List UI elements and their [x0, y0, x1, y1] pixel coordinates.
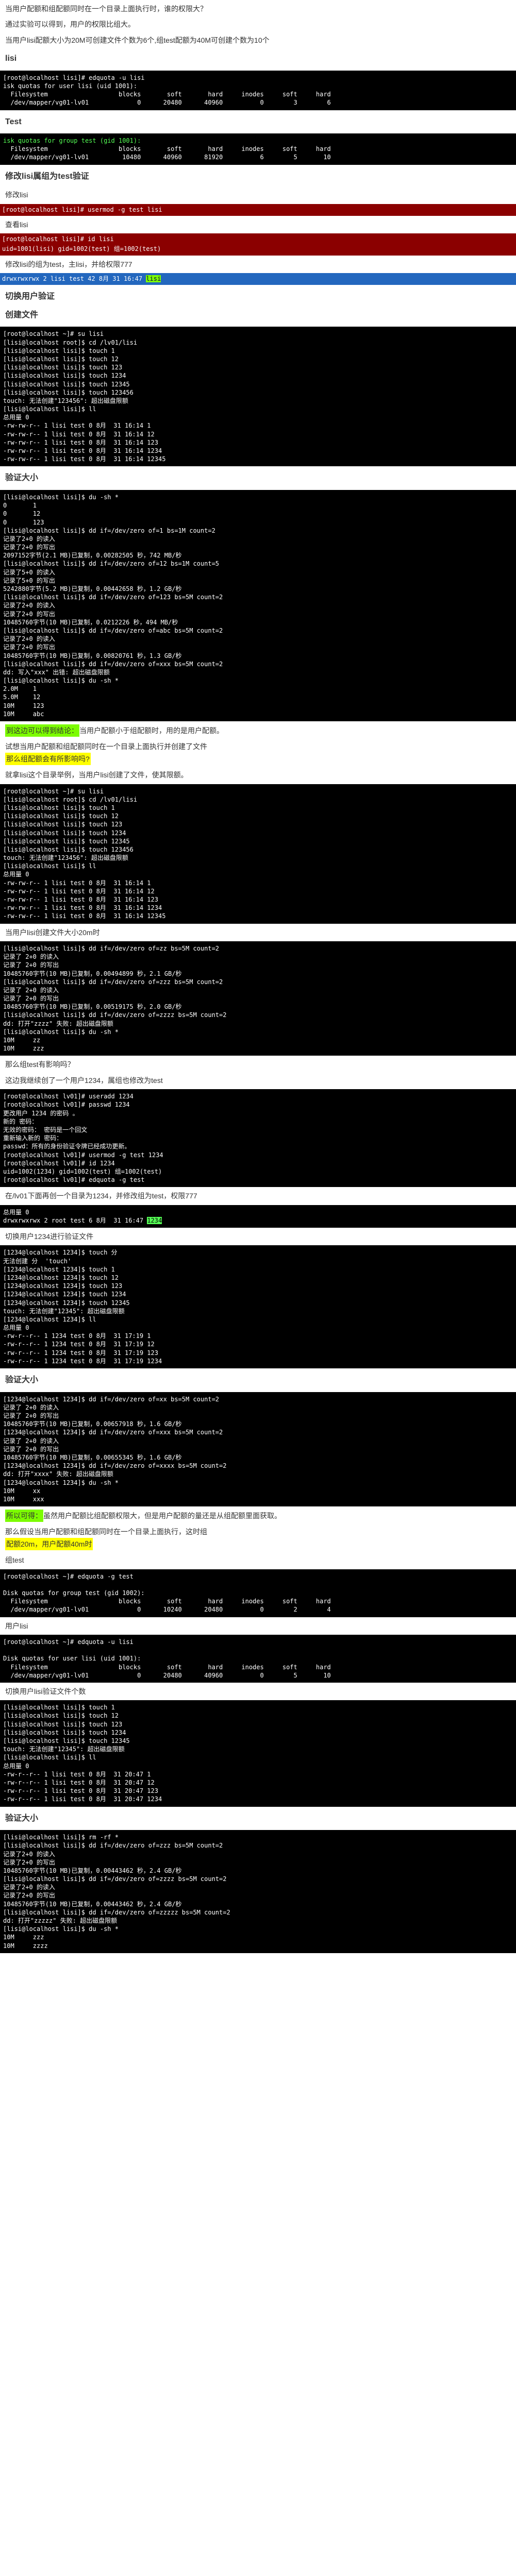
terminal-lisi-quota: [root@localhost lisi]# edquota -u lisi i…: [0, 71, 516, 110]
label-lv01: 在/lv01下面再创一个目录为1234，并修改组为test，权限777: [0, 1189, 516, 1202]
terminal-lisi-size-2: [lisi@localhost lisi]$ rm -rf * [lisi@lo…: [0, 1830, 516, 1953]
heading-verify-group: 修改lisi属组为test验证: [0, 170, 516, 183]
terminal-perm-line: drwxrwxrwx 2 lisi test 42 8月 31 16:47 li…: [0, 273, 516, 285]
label-test: Test: [0, 115, 516, 129]
answer-1: 通过实验可以得到，用户的权限比组大。: [0, 18, 516, 31]
label-user-lisi: 用户lisi: [0, 1619, 516, 1633]
label-chgrp: 修改lisi的组为test，主lisi，并给权限777: [0, 258, 516, 271]
heading-verify-size-2: 验证大小: [0, 1374, 516, 1387]
conclusion-1: 到这边可以得到结论：当用户配额小于组配额时，用的是用户配额。: [0, 723, 516, 738]
label-group-test: 组test: [0, 1553, 516, 1567]
terminal-lv01-ll: 总用量 0 drwxrwxrwx 2 root test 6 8月 31 16:…: [0, 1205, 516, 1228]
label-lisi: lisi: [0, 52, 516, 65]
label-continue: 这边我继续创了一个用户1234，属组也修改为test: [0, 1074, 516, 1087]
heading-create-file: 创建文件: [0, 309, 516, 322]
terminal-lisi-create-2: [lisi@localhost lisi]$ touch 1 [lisi@loc…: [0, 1700, 516, 1806]
setup-1: 当用户lisi配额大小为20M可创建文件个数为6个,组test配额为40M可创建…: [0, 33, 516, 47]
terminal-user-1234: [root@localhost lv01]# useradd 1234 [roo…: [0, 1089, 516, 1187]
heading-verify-size-1: 验证大小: [0, 471, 516, 485]
terminal-create-files: [root@localhost ~]# su lisi [lisi@localh…: [0, 327, 516, 466]
question-4: 那么假设当用户配额和组配额同时在一个目录上面执行，这时组配额20m，用户配额40…: [0, 1525, 516, 1551]
terminal-20m: [lisi@localhost lisi]$ dd if=/dev/zero o…: [0, 941, 516, 1056]
label-view-lisi: 查看lisi: [0, 218, 516, 231]
heading-switch-user: 切换用户验证: [0, 290, 516, 303]
terminal-group-test: [root@localhost ~]# edquota -g test Disk…: [0, 1569, 516, 1617]
label-modify-lisi: 修改lisi: [0, 188, 516, 201]
terminal-user-lisi-q: [root@localhost ~]# edquota -u lisi Disk…: [0, 1635, 516, 1683]
label-switch-1234: 切换用户1234进行验证文件: [0, 1230, 516, 1243]
question-2: 试想当用户配额和组配额同时在一个目录上面执行并创建了文件那么组配额会有所影响吗?: [0, 740, 516, 766]
terminal-1234-size: [1234@localhost 1234]$ dd if=/dev/zero o…: [0, 1392, 516, 1506]
label-20m: 当用户lisi创建文件大小20m时: [0, 926, 516, 939]
terminal-test-quota: isk quotas for group test (gid 1001): is…: [0, 133, 516, 165]
heading-verify-size-3: 验证大小: [0, 1812, 516, 1825]
terminal-id-lisi: [root@localhost lisi]# id lisi uid=1001(…: [0, 233, 516, 255]
label-example: 就拿lisi这个目录举例，当用户lisi创建了文件，使其限额。: [0, 768, 516, 782]
terminal-example-1: [root@localhost ~]# su lisi [lisi@localh…: [0, 784, 516, 924]
label-switch-lisi-2: 切换用户lisi验证文件个数: [0, 1685, 516, 1698]
terminal-1234-create: [1234@localhost 1234]$ touch 分 无法创建 分 't…: [0, 1245, 516, 1368]
question-1: 当用户配额和组配额同时在一个目录上面执行时，谁的权限大？: [0, 2, 516, 15]
conclusion-2: 所以可得：虽然用户配额比组配额权限大，但是用户配额的量还是从组配额里面获取。: [0, 1509, 516, 1523]
question-3: 那么组test有影响吗？: [0, 1058, 516, 1071]
terminal-usermod: [root@localhost lisi]# usermod -g test l…: [0, 204, 516, 216]
terminal-verify-size-1: [lisi@localhost lisi]$ du -sh * 0 1 0 12…: [0, 490, 516, 721]
